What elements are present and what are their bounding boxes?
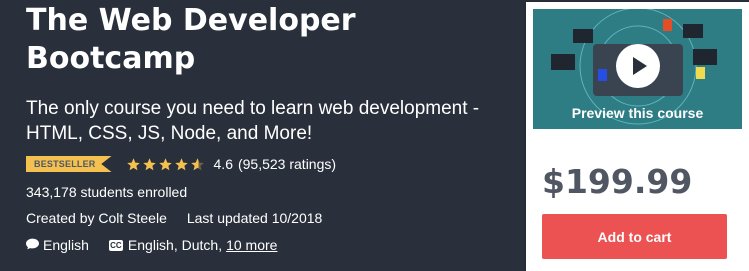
- course-preview[interactable]: Preview this course: [533, 9, 742, 129]
- captions-more-link[interactable]: 10 more: [226, 237, 277, 253]
- created-by: Created by Colt Steele: [26, 210, 167, 226]
- language-row: English CC English, Dutch, 10 more: [26, 237, 277, 253]
- speech-bubble-icon: [26, 237, 39, 253]
- course-language: English: [43, 237, 89, 253]
- course-price: $199.99: [542, 162, 693, 201]
- preview-label: Preview this course: [571, 105, 704, 121]
- course-subtitle: The only course you need to learn web de…: [26, 98, 480, 144]
- star-icon: [142, 157, 157, 172]
- meta-row: Created by Colt Steele Last updated 10/2…: [26, 210, 322, 226]
- captions-block: CC English, Dutch, 10 more: [108, 237, 277, 253]
- star-icon: [126, 157, 141, 172]
- enrolled-count: 343,178 students enrolled: [26, 184, 188, 200]
- star-icon: [158, 157, 173, 172]
- closed-captions-icon: CC: [108, 239, 123, 251]
- star-rating: [126, 157, 206, 172]
- rating-count: (95,523 ratings): [237, 156, 337, 172]
- bestseller-badge: BESTSELLER: [26, 156, 112, 172]
- star-half-icon: [190, 157, 205, 172]
- add-to-cart-button[interactable]: Add to cart: [542, 214, 727, 259]
- play-icon[interactable]: [616, 44, 660, 88]
- last-updated: Last updated 10/2018: [186, 210, 323, 226]
- course-title: The Web Developer Bootcamp: [26, 3, 356, 76]
- captions-languages: English, Dutch,: [127, 237, 223, 253]
- purchase-card: Preview this course $199.99 Add to cart: [526, 2, 749, 271]
- star-icon: [174, 157, 189, 172]
- rating-row: BESTSELLER 4.6 (95,523 ratings): [26, 154, 336, 174]
- rating-score: 4.6: [213, 156, 233, 172]
